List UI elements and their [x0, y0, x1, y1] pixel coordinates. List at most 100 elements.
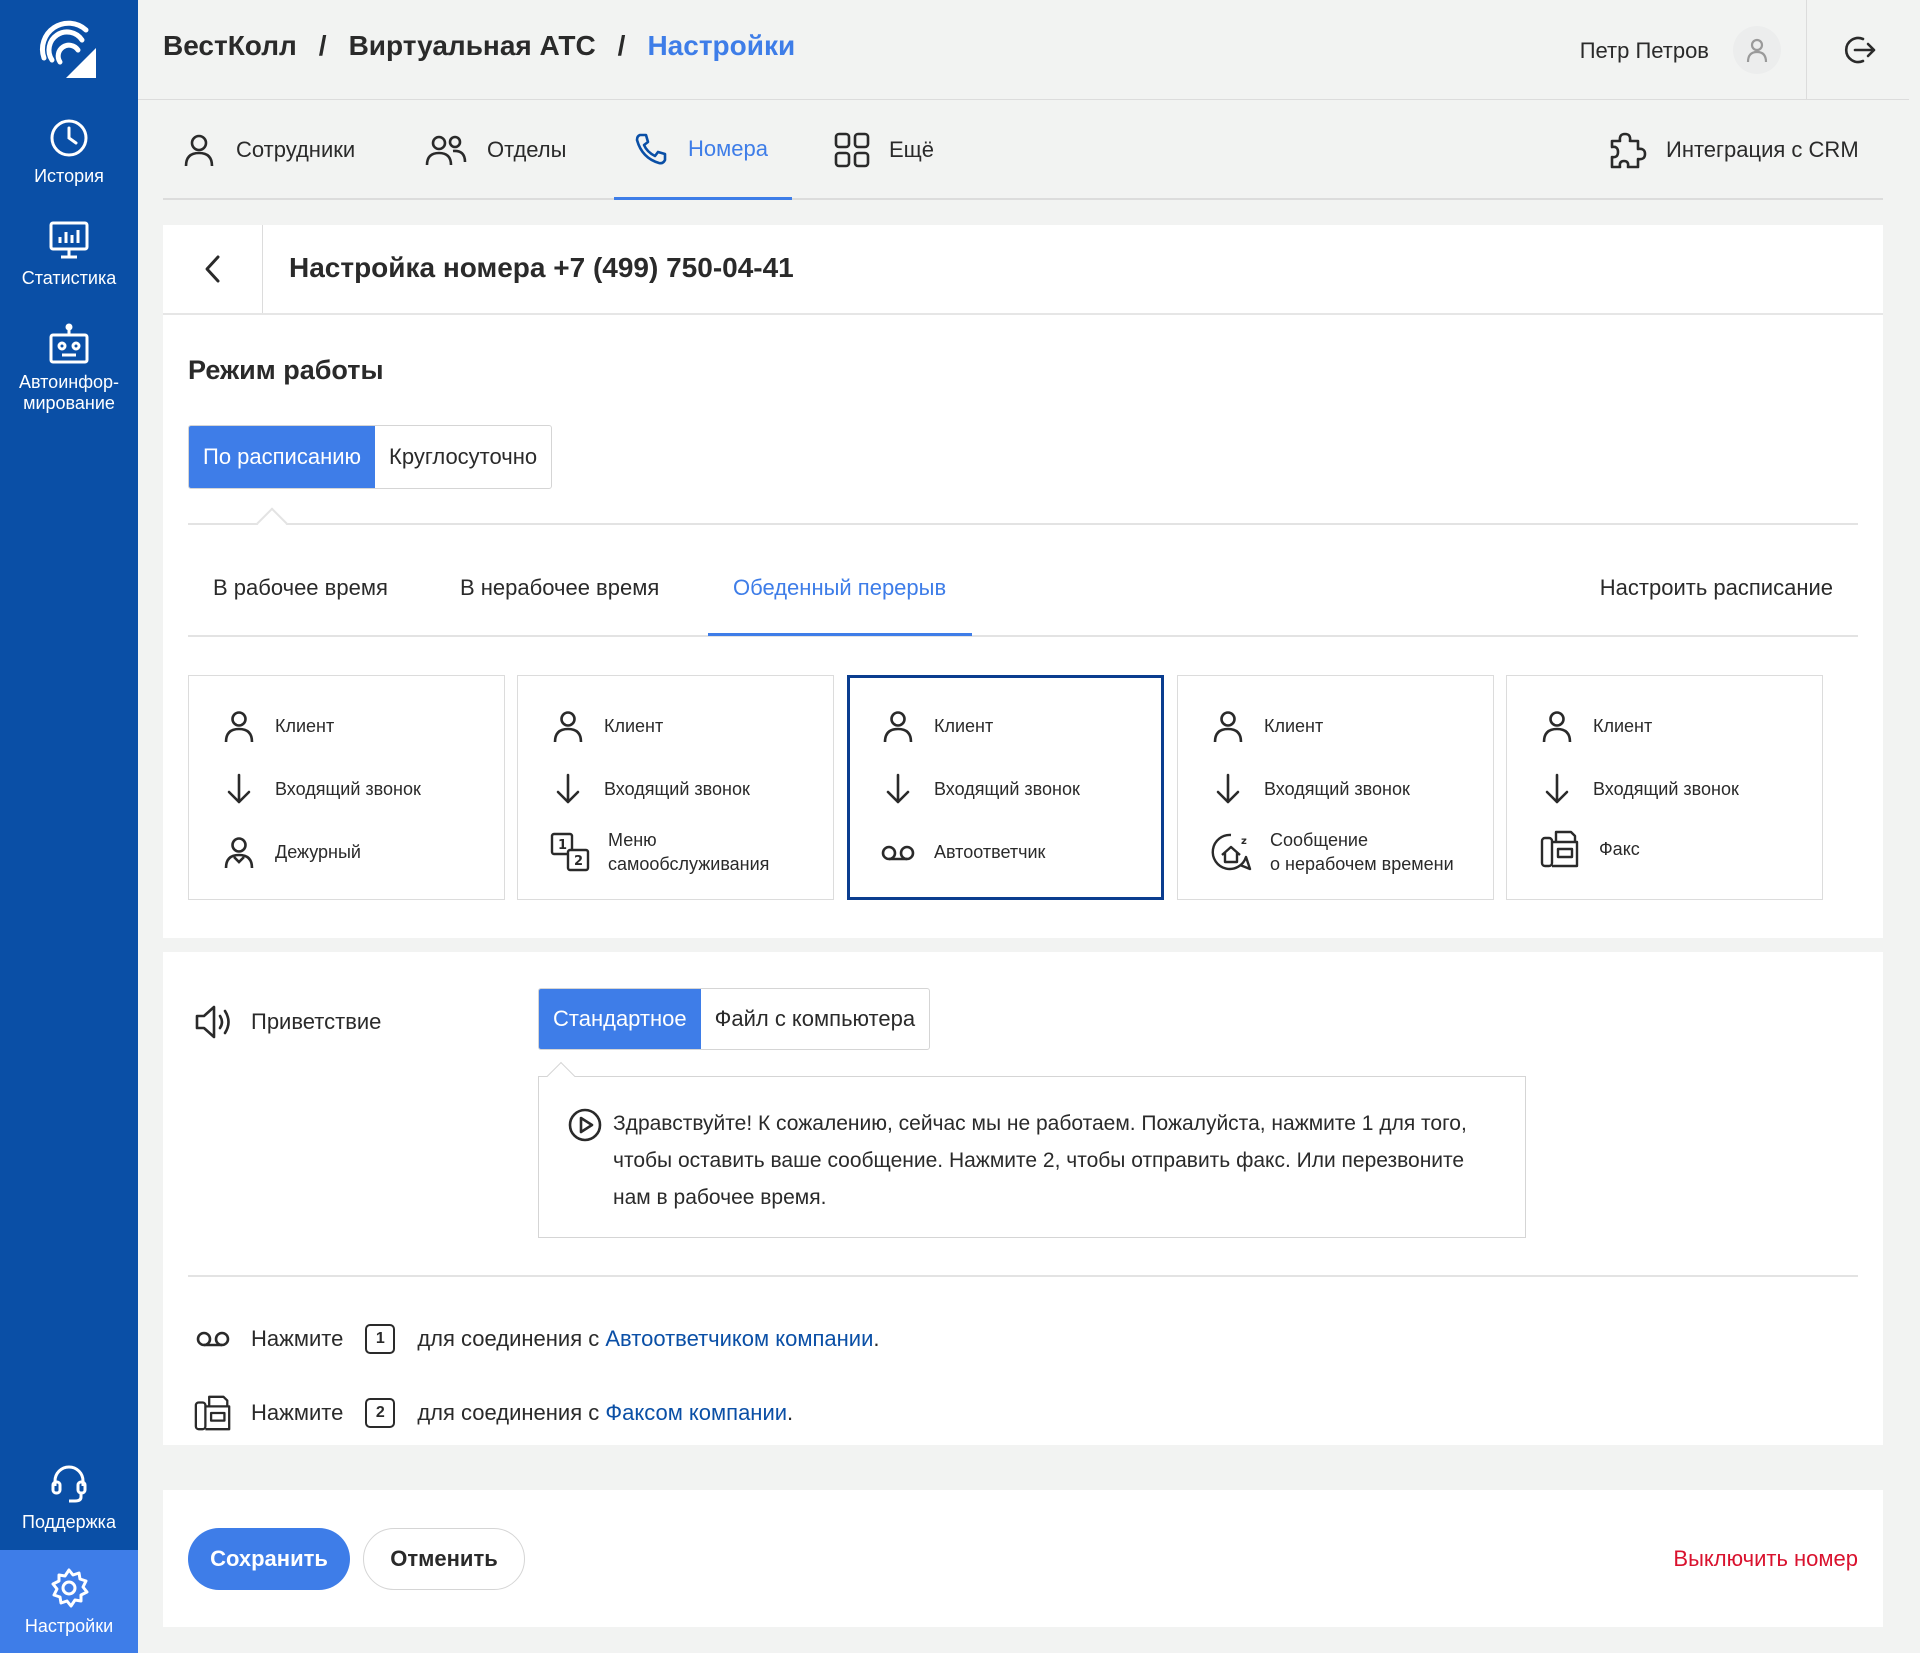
- stats-monitor-icon: [47, 218, 91, 262]
- sidebar-item-statistics[interactable]: Статистика: [0, 218, 138, 289]
- tab-label: Сотрудники: [236, 137, 356, 162]
- section-title: Режим работы: [188, 355, 384, 385]
- subtab-working-hours[interactable]: В рабочее время: [213, 575, 388, 601]
- greeting-option-standard[interactable]: Стандартное: [539, 989, 701, 1049]
- main-tabs: Сотрудники Отделы Номера Ещё Интеграция …: [163, 100, 1883, 200]
- logout-icon[interactable]: [1841, 32, 1877, 68]
- speaker-icon: [193, 1002, 233, 1042]
- press-suffix: .: [787, 1400, 794, 1425]
- arrow-down-icon: [1539, 771, 1575, 807]
- tab-crm-integration[interactable]: Интеграция с CRM: [1606, 100, 1859, 200]
- sidebar-item-label: мирование: [23, 393, 115, 413]
- voicemail-icon: [880, 834, 916, 870]
- subtab-lunch-break[interactable]: Обеденный перерыв: [733, 575, 946, 601]
- headset-icon: [47, 1462, 91, 1506]
- avatar[interactable]: [1733, 26, 1781, 74]
- press-row-2: Нажмите 2 для соединения с Факсом компан…: [193, 1393, 793, 1433]
- route-card-offhours-message[interactable]: Клиент Входящий звонок z Сообщение о нераб…: [1177, 675, 1494, 900]
- divider: [188, 1275, 1858, 1277]
- keycap-2: 2: [365, 1398, 396, 1428]
- greeting-option-file[interactable]: Файл с компьютера: [701, 989, 929, 1049]
- subtab-non-working-hours[interactable]: В нерабочее время: [460, 575, 659, 601]
- greeting-label: Приветствие: [251, 1009, 382, 1034]
- sidebar: История Статистика Автоинфор- мирование: [0, 0, 138, 1653]
- disable-number-button[interactable]: Выключить номер: [1673, 1546, 1858, 1572]
- person-icon: [550, 708, 586, 744]
- operator-icon: [221, 834, 257, 870]
- logo-icon[interactable]: [36, 18, 102, 84]
- card-target-label: Сообщение: [1270, 830, 1368, 850]
- press-prefix: Нажмите: [251, 1400, 344, 1425]
- card-client-label: Клиент: [604, 716, 664, 736]
- voicemail-icon: [193, 1319, 233, 1359]
- tab-more[interactable]: Ещё: [833, 100, 934, 200]
- card-client-label: Клиент: [934, 716, 994, 736]
- card-client-label: Клиент: [1593, 716, 1653, 736]
- tab-departments[interactable]: Отделы: [423, 100, 566, 200]
- route-card-ivr-menu[interactable]: Клиент Входящий звонок 1 2 Меню самообслужи…: [517, 675, 834, 900]
- user-name[interactable]: Петр Петров: [1580, 38, 1709, 64]
- fax-icon: [1539, 828, 1581, 870]
- greeting-label-row: Приветствие: [193, 1002, 381, 1042]
- divider: [188, 635, 1858, 637]
- route-card-fax[interactable]: Клиент Входящий звонок Факс: [1506, 675, 1823, 900]
- card-target-label: Дежурный: [275, 842, 361, 862]
- puzzle-icon: [1606, 129, 1648, 171]
- sidebar-item-label: Поддержка: [22, 1512, 116, 1532]
- person-icon: [221, 708, 257, 744]
- sidebar-item-history[interactable]: История: [0, 116, 138, 187]
- svg-text:z: z: [1241, 836, 1247, 847]
- greeting-message-text: Здравствуйте! К сожалению, сейчас мы не …: [613, 1112, 1467, 1209]
- card-call-label: Входящий звонок: [1264, 779, 1410, 799]
- user-icon: [1746, 38, 1768, 63]
- tab-label: Номера: [688, 135, 768, 161]
- fax-link[interactable]: Факсом компании: [605, 1400, 787, 1426]
- divider: [188, 523, 1858, 525]
- mode-option-schedule[interactable]: По расписанию: [189, 426, 376, 488]
- press-prefix: Нажмите: [251, 1326, 344, 1351]
- arrow-down-icon: [880, 771, 916, 807]
- tab-employees[interactable]: Сотрудники: [180, 100, 355, 200]
- breadcrumb-item[interactable]: ВестКолл: [163, 30, 297, 61]
- breadcrumb-current: Настройки: [647, 30, 796, 61]
- sidebar-item-autoinform[interactable]: Автоинфор- мирование: [0, 322, 138, 414]
- play-icon[interactable]: [567, 1107, 603, 1143]
- breadcrumb-item[interactable]: Виртуальная АТС: [349, 30, 596, 61]
- keycap-1: 1: [365, 1324, 396, 1354]
- breadcrumb-separator: /: [318, 30, 327, 61]
- card-call-label: Входящий звонок: [275, 779, 421, 799]
- sidebar-item-support[interactable]: Поддержка: [0, 1462, 138, 1533]
- person-icon: [180, 131, 218, 169]
- grid-icon: [833, 131, 871, 169]
- arrow-down-icon: [1210, 771, 1246, 807]
- gear-icon: [47, 1566, 91, 1610]
- route-card-answering-machine[interactable]: Клиент Входящий звонок Автоответчик: [847, 675, 1164, 900]
- route-card-duty[interactable]: Клиент Входящий звонок Дежурный: [188, 675, 505, 900]
- mode-option-24h[interactable]: Круглосуточно: [375, 426, 551, 488]
- cancel-button[interactable]: Отменить: [363, 1528, 525, 1590]
- person-icon: [1539, 708, 1575, 744]
- breadcrumb-separator: /: [617, 30, 626, 61]
- pointer-notch: [256, 507, 288, 539]
- sidebar-item-settings[interactable]: Настройки: [0, 1550, 138, 1653]
- tab-label: Отделы: [487, 137, 567, 162]
- card-client-label: Клиент: [275, 716, 335, 736]
- press-row-1: Нажмите 1 для соединения с Автоответчико…: [193, 1319, 880, 1359]
- divider: [163, 313, 1883, 315]
- answering-machine-link[interactable]: Автоответчиком компании: [605, 1326, 873, 1352]
- card-call-label: Входящий звонок: [604, 779, 750, 799]
- sidebar-item-label: Статистика: [21, 268, 117, 288]
- configure-schedule-link[interactable]: Настроить расписание: [1600, 575, 1833, 601]
- card-call-label: Входящий звонок: [1593, 779, 1739, 799]
- press-text: для соединения с: [417, 1326, 600, 1351]
- back-button[interactable]: [163, 225, 263, 313]
- header-divider: [1806, 0, 1807, 100]
- closed-home-message-icon: z: [1210, 831, 1252, 873]
- robot-icon: [47, 322, 91, 366]
- person-icon: [1210, 708, 1246, 744]
- people-icon: [423, 131, 469, 169]
- tab-label: Интеграция с CRM: [1666, 137, 1859, 162]
- tab-label: Ещё: [889, 137, 935, 162]
- save-button[interactable]: Сохранить: [188, 1528, 350, 1590]
- tab-numbers[interactable]: Номера: [614, 100, 792, 200]
